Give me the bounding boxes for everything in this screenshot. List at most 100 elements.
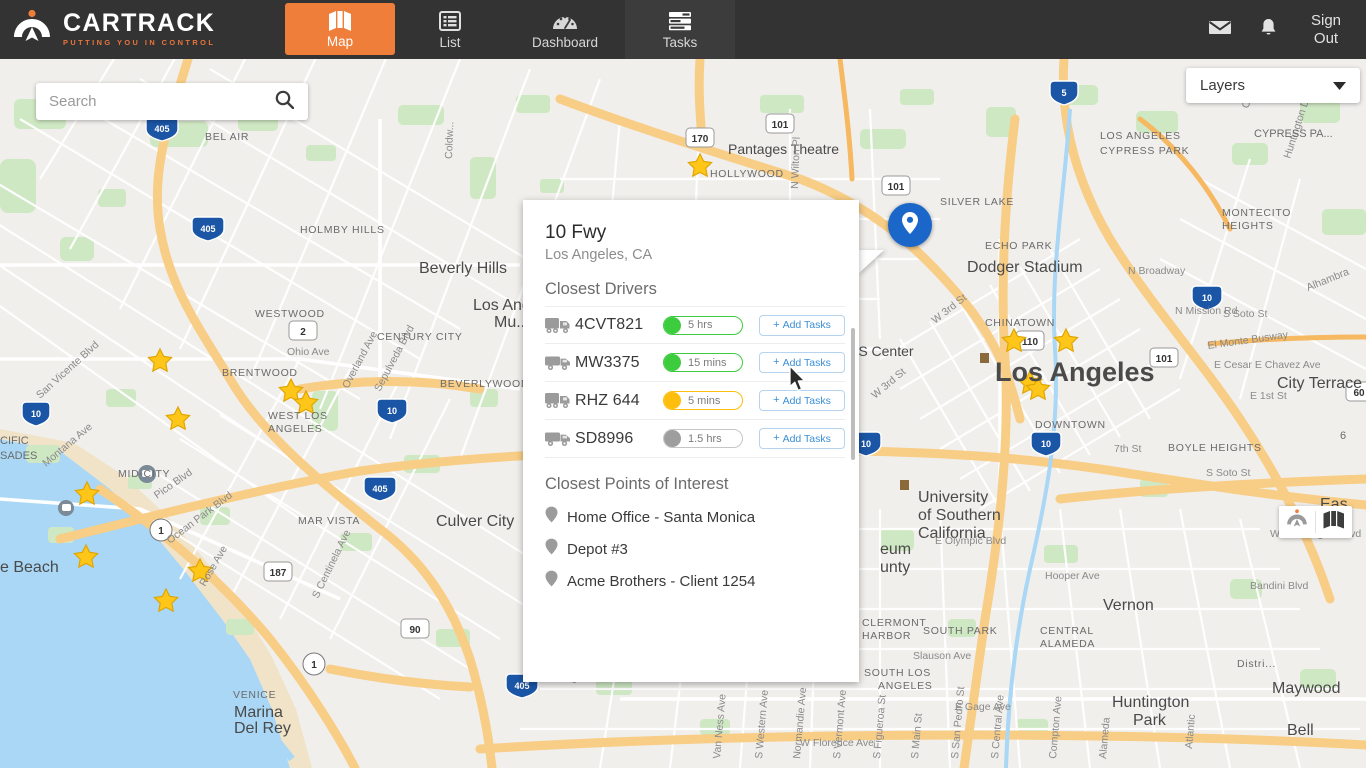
map-controls [1279, 506, 1352, 538]
svg-text:Marina: Marina [234, 704, 283, 721]
svg-text:BEL AIR: BEL AIR [205, 131, 249, 143]
svg-text:CIFIC: CIFIC [0, 435, 29, 447]
svg-text:10: 10 [1041, 439, 1051, 449]
poi-label: Home Office - Santa Monica [567, 508, 756, 526]
svg-text:City Terrace: City Terrace [1277, 375, 1362, 392]
driver-name: SD8996 [575, 429, 634, 447]
driver-row[interactable]: 4CVT821 5 hrs + Add Tasks [545, 306, 845, 344]
plus-icon: + [773, 356, 780, 368]
svg-text:LOS ANGELES: LOS ANGELES [1100, 130, 1181, 142]
cartrack-logo-icon [10, 8, 54, 52]
tab-tasks-label: Tasks [662, 34, 698, 50]
svg-text:BOYLE HEIGHTS: BOYLE HEIGHTS [1168, 442, 1262, 454]
svg-text:WESTWOOD: WESTWOOD [255, 308, 325, 320]
poi-label: Depot #3 [567, 540, 628, 558]
add-tasks-button[interactable]: + Add Tasks [759, 390, 845, 411]
poi-label: Acme Brothers - Client 1254 [567, 572, 756, 590]
poi-item[interactable]: Depot #3 [545, 533, 859, 565]
svg-text:S Soto St: S Soto St [1206, 467, 1250, 479]
closest-poi-list: Home Office - Santa Monica Depot #3 Acme… [523, 501, 859, 597]
cartrack-view-button[interactable] [1279, 506, 1315, 538]
popup-scrollbar[interactable] [851, 328, 855, 460]
svg-text:7th St: 7th St [1114, 443, 1142, 455]
cartrack-fleet-map-app: .lbl { font-family:"Liberation Sans",san… [0, 0, 1366, 768]
truck-trailer-icon [545, 317, 575, 334]
driver-row[interactable]: SD8996 1.5 hrs + Add Tasks [545, 420, 845, 458]
svg-text:HOLMBY HILLS: HOLMBY HILLS [300, 224, 385, 236]
truck-trailer-icon [545, 392, 575, 409]
svg-text:Ohio Ave: Ohio Ave [287, 346, 330, 358]
svg-text:101: 101 [1156, 354, 1173, 365]
svg-text:90: 90 [409, 625, 421, 636]
search-input[interactable] [36, 93, 271, 110]
svg-text:SOUTH PARK: SOUTH PARK [923, 625, 997, 637]
selected-location-marker[interactable] [888, 203, 932, 247]
svg-text:CYPRESS PARK: CYPRESS PARK [1100, 145, 1189, 157]
brand-name: CARTRACK [63, 9, 216, 37]
tab-tasks[interactable]: Tasks [625, 0, 735, 59]
sign-out-button[interactable]: Sign Out [1300, 12, 1352, 48]
map-search [36, 83, 308, 120]
map-pin-icon [545, 506, 558, 528]
popup-subtitle: Los Angeles, CA [545, 247, 653, 263]
cartrack-logo-icon [1285, 508, 1309, 536]
svg-text:Los Angeles: Los Angeles [995, 357, 1155, 387]
driver-name: MW3375 [575, 353, 640, 371]
search-icon [275, 90, 295, 114]
layers-dropdown[interactable]: Layers [1186, 68, 1360, 103]
notifications-button[interactable] [1244, 0, 1292, 59]
messages-button[interactable] [1196, 0, 1244, 59]
closest-drivers-list: 4CVT821 5 hrs + Add Tasks MW3375 15 mins… [523, 306, 859, 458]
map-pin-icon [545, 570, 558, 592]
svg-text:101: 101 [888, 182, 905, 193]
svg-text:MID-CITY: MID-CITY [118, 468, 170, 480]
brand-logo[interactable]: CARTRACK PUTTING YOU IN CONTROL [0, 0, 285, 59]
plus-icon: + [773, 432, 780, 444]
popup-pointer [858, 250, 884, 274]
add-tasks-button[interactable]: + Add Tasks [759, 428, 845, 449]
svg-text:10: 10 [861, 439, 871, 449]
driver-eta: 5 hrs [688, 319, 713, 331]
status-dot [664, 392, 681, 409]
svg-text:Huntington: Huntington [1112, 694, 1189, 711]
driver-row[interactable]: MW3375 15 mins + Add Tasks [545, 344, 845, 382]
svg-text:VENICE: VENICE [233, 689, 276, 701]
svg-text:HOLLYWOOD: HOLLYWOOD [710, 168, 784, 180]
bell-icon [1260, 18, 1277, 42]
closest-drivers-heading: Closest Drivers [545, 280, 657, 298]
add-tasks-button[interactable]: + Add Tasks [759, 352, 845, 373]
map-type-button[interactable] [1316, 506, 1352, 538]
tasks-icon [668, 10, 692, 32]
tab-dashboard[interactable]: Dashboard [505, 0, 625, 59]
svg-text:of Southern: of Southern [918, 507, 1001, 524]
driver-eta: 15 mins [688, 356, 727, 369]
svg-text:E Olympic Blvd: E Olympic Blvd [935, 535, 1006, 547]
status-dot [664, 316, 681, 334]
driver-eta-badge: 15 mins [663, 353, 743, 372]
svg-text:Slauson Ave: Slauson Ave [913, 650, 971, 662]
tab-dashboard-label: Dashboard [531, 34, 599, 50]
svg-text:N Broadway: N Broadway [1128, 265, 1186, 277]
poi-item[interactable]: Home Office - Santa Monica [545, 501, 859, 533]
svg-text:1: 1 [158, 526, 164, 537]
status-dot [664, 430, 681, 447]
truck-icon [545, 430, 575, 447]
svg-text:Dodger Stadium: Dodger Stadium [967, 259, 1083, 276]
map-fold-icon [1323, 510, 1345, 534]
status-dot [664, 354, 681, 371]
driver-row[interactable]: RHZ 644 5 mins + Add Tasks [545, 382, 845, 420]
svg-text:BRENTWOOD: BRENTWOOD [222, 367, 298, 379]
driver-eta-badge: 1.5 hrs [663, 429, 743, 448]
svg-text:SOUTH LOS: SOUTH LOS [864, 667, 931, 679]
tab-list[interactable]: List [395, 0, 505, 59]
svg-text:CHINATOWN: CHINATOWN [985, 317, 1055, 329]
svg-text:SILVER LAKE: SILVER LAKE [940, 196, 1014, 208]
poi-item[interactable]: Acme Brothers - Client 1254 [545, 565, 859, 597]
tab-map[interactable]: Map [285, 3, 395, 55]
svg-text:Bell: Bell [1287, 722, 1314, 739]
closest-poi-heading: Closest Points of Interest [545, 475, 729, 493]
driver-eta-badge: 5 hrs [663, 315, 743, 335]
add-tasks-button[interactable]: + Add Tasks [759, 314, 845, 336]
search-button[interactable] [271, 90, 308, 114]
driver-name: 4CVT821 [575, 316, 644, 333]
